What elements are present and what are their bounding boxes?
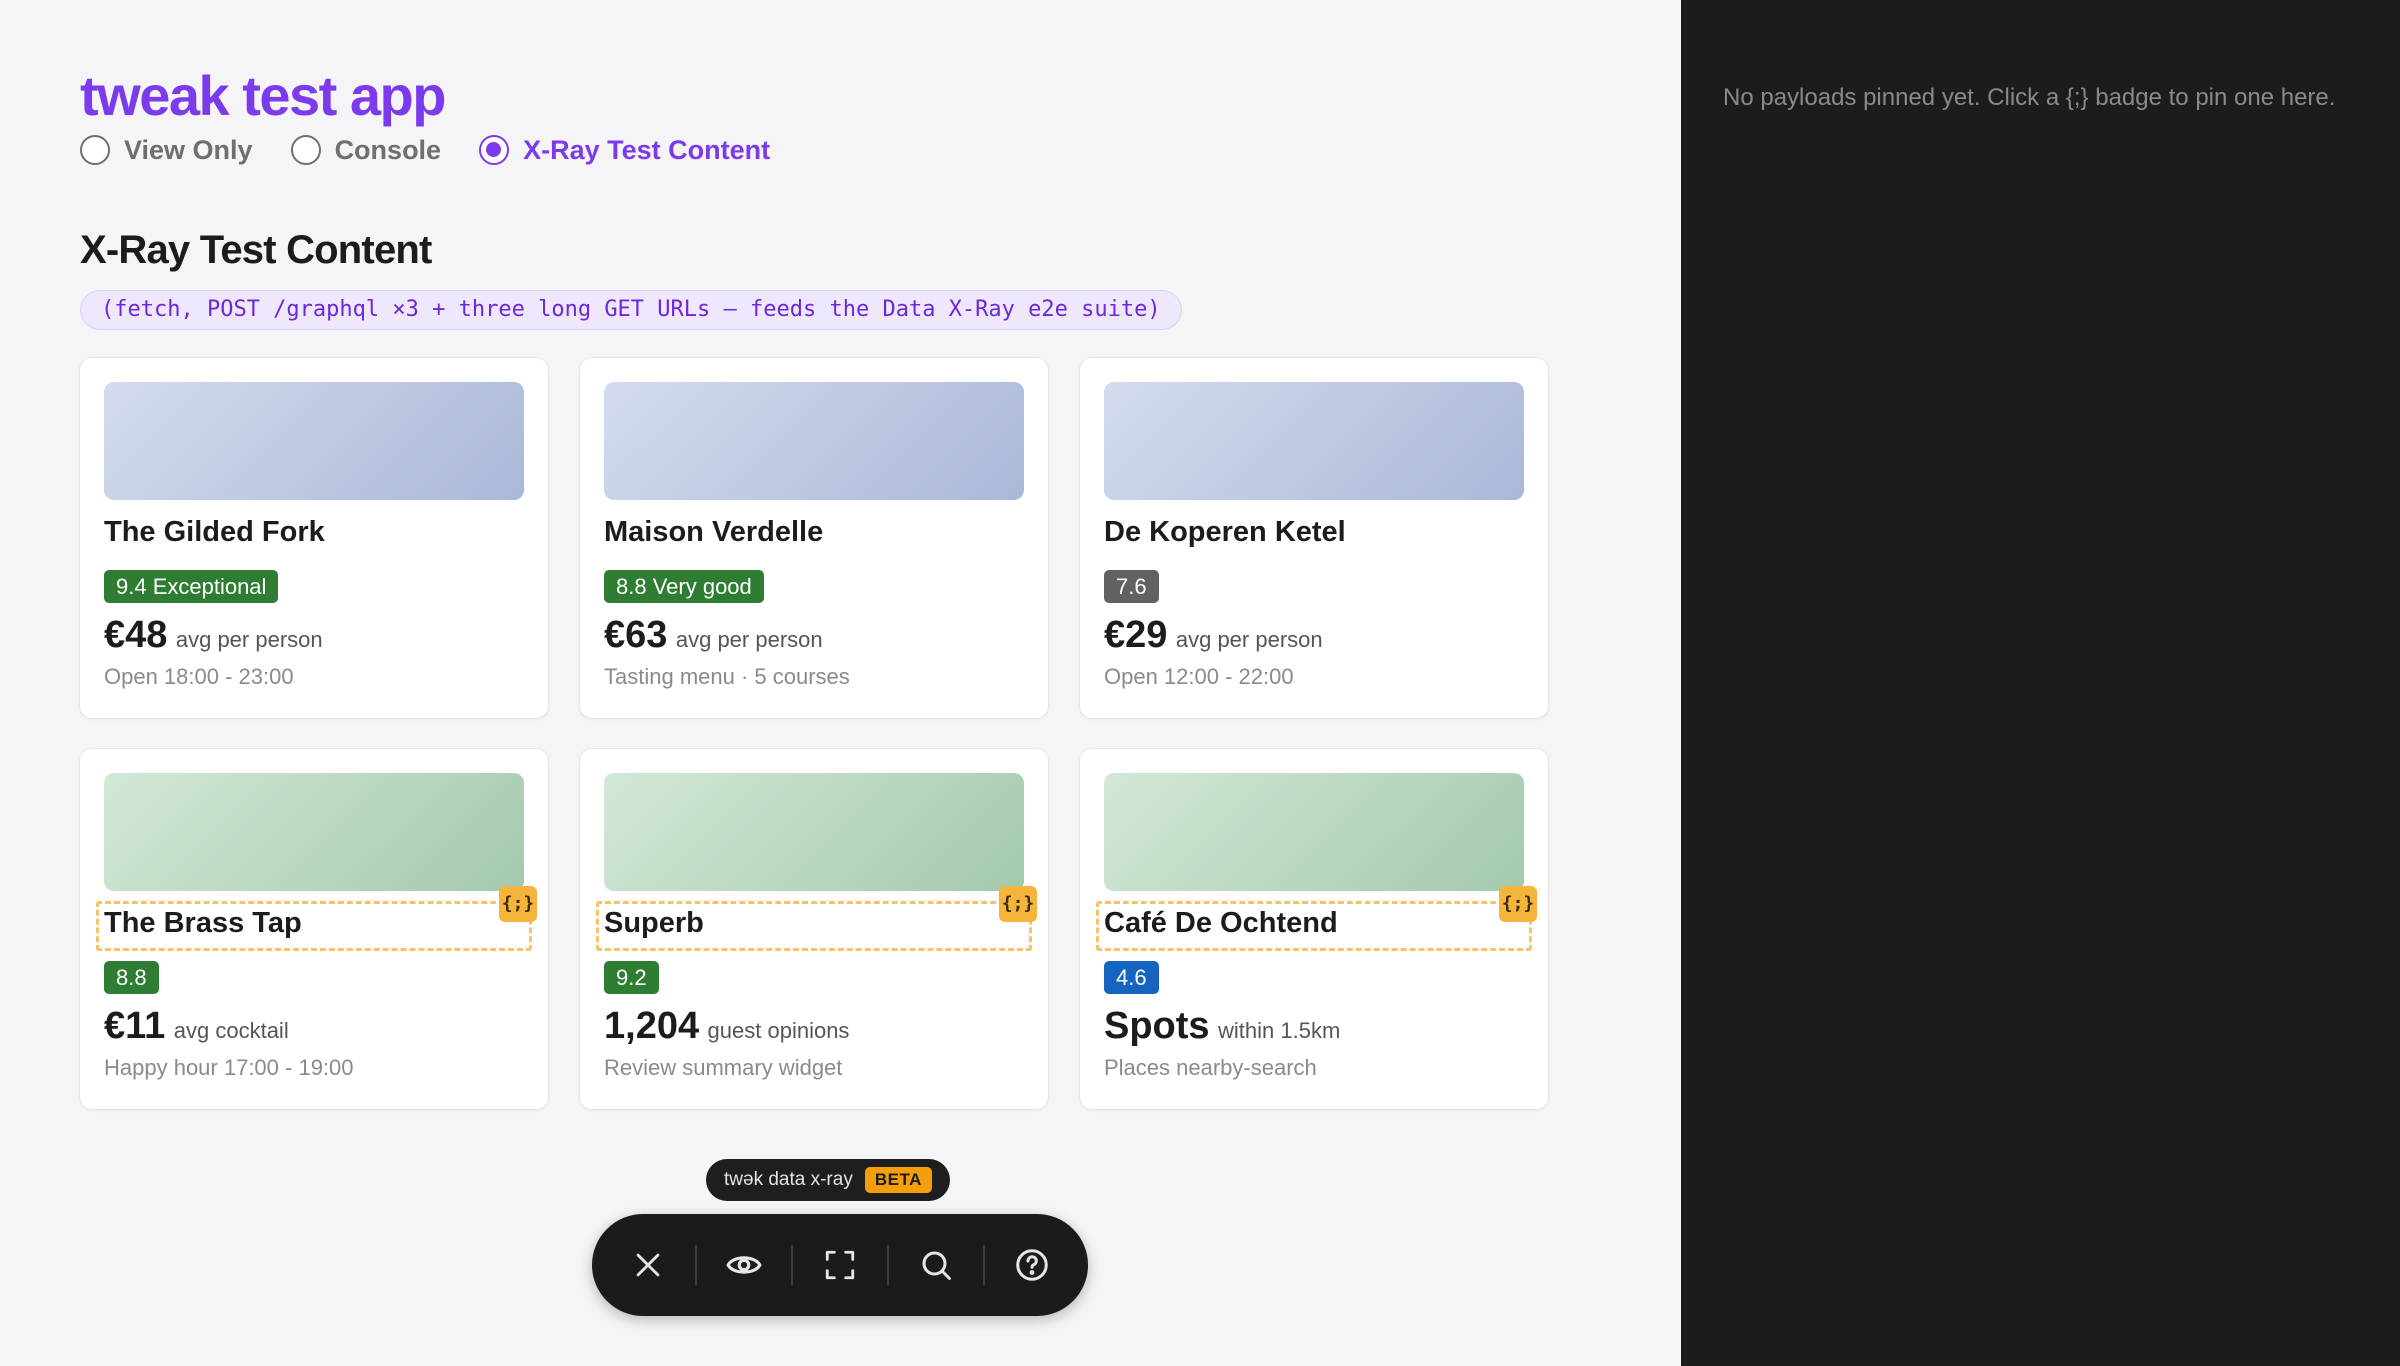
card-name: Maison Verdelle — [604, 516, 824, 548]
xray-pin-badge[interactable]: {;} — [999, 886, 1037, 922]
price-unit: avg per person — [175, 627, 323, 652]
fullscreen-icon — [825, 1250, 855, 1280]
toolbar-divider — [887, 1245, 889, 1285]
rating-badge: 8.8 Very good — [604, 570, 764, 603]
card-image — [1104, 773, 1524, 891]
restaurant-card: The Brass Tap {;} 8.8 €11 avg cocktail H… — [80, 749, 548, 1109]
toolbar-divider — [982, 1245, 985, 1285]
card-image — [604, 382, 1024, 500]
radio-xray-test-content[interactable]: X-Ray Test Content — [479, 135, 770, 166]
price-line: €48 avg per person — [104, 614, 323, 657]
card-subtitle: Places nearby-search — [1104, 1055, 1317, 1080]
price-unit: avg per person — [1175, 627, 1323, 652]
card-subtitle: Tasting menu · 5 courses — [604, 664, 850, 689]
price-unit: guest opinions — [707, 1018, 850, 1043]
payload-sidebar: No payloads pinned yet. Click a {;} badg… — [1681, 0, 2400, 1366]
view-toggle-button[interactable] — [708, 1227, 780, 1303]
card-name: Superb — [604, 907, 704, 939]
price-unit: avg per person — [675, 627, 823, 652]
price-line: €63 avg per person — [604, 614, 823, 657]
card-image — [104, 773, 524, 891]
tweak-xray-label: twək data x-ray BETA — [706, 1159, 950, 1201]
price-line: €29 avg per person — [1104, 614, 1323, 657]
card-name: De Koperen Ketel — [1104, 516, 1346, 548]
help-button[interactable] — [996, 1227, 1068, 1303]
restaurant-card: De Koperen Ketel 7.6 €29 avg per person … — [1080, 358, 1548, 718]
section-title: X-Ray Test Content — [80, 228, 432, 272]
radio-label: X-Ray Test Content — [523, 134, 771, 165]
radio-circle[interactable] — [80, 135, 110, 165]
price-value: €11 — [104, 1005, 166, 1047]
toolbar-divider — [791, 1245, 793, 1285]
restaurant-card: Café De Ochtend {;} 4.6 Spots within 1.5… — [1080, 749, 1548, 1109]
price-line: €11 avg cocktail — [104, 1005, 289, 1048]
radio-console[interactable]: Console — [290, 134, 442, 166]
radio-circle-selected[interactable] — [479, 135, 510, 165]
price-value: €48 — [104, 614, 168, 656]
rating-badge: 8.8 — [104, 961, 159, 994]
card-image — [104, 382, 524, 500]
rating-badge: 9.4 Exceptional — [104, 570, 279, 603]
card-subtitle: Happy hour 17:00 - 19:00 — [104, 1055, 354, 1080]
xray-pin-badge[interactable]: {;} — [499, 886, 537, 922]
radio-view-only[interactable]: View Only — [80, 135, 253, 166]
radio-circle[interactable] — [290, 135, 321, 165]
card-subtitle: Review summary widget — [604, 1055, 843, 1080]
restaurant-card: The Gilded Fork 9.4 Exceptional €48 avg … — [80, 358, 548, 718]
card-subtitle: Open 18:00 - 23:00 — [104, 664, 294, 689]
card-image — [1104, 382, 1524, 500]
price-line: Spots within 1.5km — [1104, 1005, 1340, 1048]
main-panel: tweak test app View Only Console X-Ray T… — [0, 0, 1681, 1366]
card-subtitle: Open 12:00 - 22:00 — [1104, 664, 1294, 689]
card-image — [604, 773, 1024, 891]
code-note-pill: (fetch, POST /graphql ×3 + three long GE… — [80, 290, 1182, 330]
help-icon — [1016, 1249, 1048, 1281]
restaurant-card: Maison Verdelle 8.8 Very good €63 avg pe… — [580, 358, 1048, 718]
fullscreen-button[interactable] — [804, 1227, 876, 1303]
beta-badge: BETA — [864, 1167, 932, 1193]
xray-toolbar — [592, 1214, 1088, 1316]
toolbar-divider — [695, 1245, 697, 1285]
card-name: Café De Ochtend — [1104, 907, 1338, 939]
mode-selector: View Only Console X-Ray Test Content — [80, 132, 770, 168]
price-value: €29 — [1104, 614, 1168, 656]
close-button[interactable] — [612, 1227, 684, 1303]
search-button[interactable] — [900, 1227, 972, 1303]
radio-label: View Only — [124, 134, 253, 165]
rating-badge: 7.6 — [1104, 570, 1159, 603]
empty-payloads-message: No payloads pinned yet. Click a {;} badg… — [1723, 84, 2336, 111]
card-name: The Brass Tap — [104, 907, 302, 939]
rating-badge: 4.6 — [1104, 961, 1159, 994]
price-value: Spots — [1104, 1005, 1210, 1047]
tweak-label-text: twək data x-ray — [724, 1169, 853, 1190]
price-value: €63 — [604, 614, 668, 656]
rating-badge: 9.2 — [604, 961, 659, 994]
price-unit: avg cocktail — [173, 1018, 289, 1043]
price-unit: within 1.5km — [1218, 1018, 1341, 1043]
xray-pin-badge[interactable]: {;} — [1499, 886, 1537, 922]
restaurant-card: Superb {;} 9.2 1,204 guest opinions Revi… — [580, 749, 1048, 1109]
radio-label: Console — [334, 134, 442, 165]
eye-icon — [726, 1256, 762, 1274]
price-line: 1,204 guest opinions — [604, 1005, 849, 1048]
search-icon — [922, 1251, 951, 1280]
price-value: 1,204 — [604, 1005, 700, 1047]
card-name: The Gilded Fork — [104, 516, 325, 548]
app-title: tweak test app — [80, 64, 446, 127]
close-icon — [636, 1253, 660, 1277]
